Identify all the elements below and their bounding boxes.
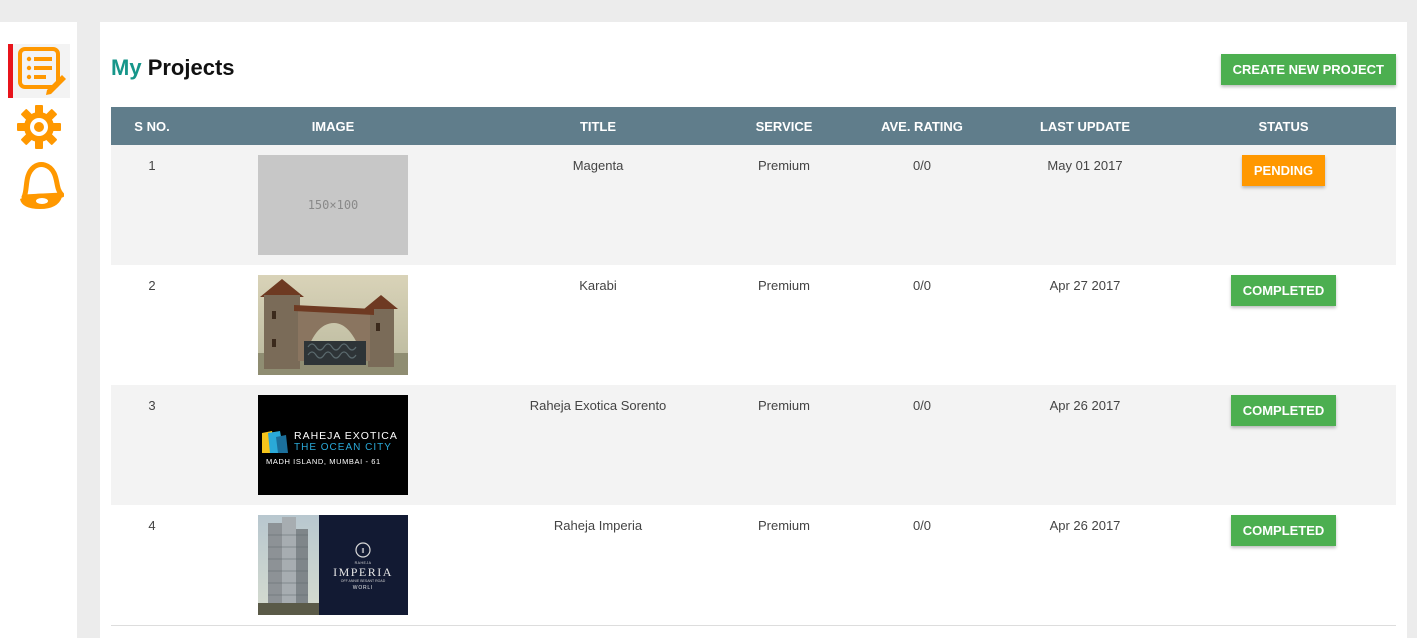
cell-title: Magenta — [572, 158, 624, 173]
cell-last-update: Apr 27 2017 — [1049, 278, 1121, 293]
cell-service: Premium — [757, 398, 810, 413]
column-header-status: STATUS — [1258, 118, 1309, 134]
create-new-project-button[interactable]: CREATE NEW PROJECT — [1220, 54, 1396, 85]
table-row[interactable]: 1 150×100 Magenta Premium 0/0 May 01 201… — [111, 145, 1396, 265]
placeholder-text: 150×100 — [307, 198, 359, 212]
table-header-row: S NO. IMAGE TITLE SERVICE AVE. RATING LA… — [111, 107, 1396, 145]
cell-service: Premium — [757, 158, 810, 173]
gear-icon — [17, 105, 61, 149]
cell-service: Premium — [757, 278, 810, 293]
column-header-sno: S NO. — [134, 118, 170, 134]
cell-service: Premium — [757, 518, 810, 533]
column-header-image: IMAGE — [311, 118, 355, 134]
cell-title: Karabi — [579, 278, 617, 293]
sidebar-item-settings[interactable] — [8, 100, 70, 154]
table-row[interactable]: 4 Ⅱ RAHEJA IMPERIA OFF ANNIE BESANT ROAD… — [111, 505, 1396, 625]
project-thumbnail[interactable] — [258, 275, 408, 375]
cell-rating: 0/0 — [912, 278, 932, 293]
project-thumbnail[interactable]: Ⅱ RAHEJA IMPERIA OFF ANNIE BESANT ROAD W… — [258, 515, 408, 615]
cell-last-update: Apr 26 2017 — [1049, 518, 1121, 533]
cell-title: Raheja Exotica Sorento — [529, 398, 667, 413]
logo-city: WORLI — [353, 585, 373, 591]
bell-icon — [20, 162, 64, 209]
sidebar-item-projects[interactable] — [8, 44, 70, 98]
projects-table: S NO. IMAGE TITLE SERVICE AVE. RATING LA… — [111, 107, 1396, 626]
logo-big: IMPERIA — [333, 565, 393, 579]
project-thumbnail[interactable]: RAHEJA EXOTICA THE OCEAN CITY MADH ISLAN… — [258, 395, 408, 495]
logo-line-3: MADH ISLAND, MUMBAI - 61 — [266, 457, 381, 466]
sidebar-item-notifications[interactable] — [8, 158, 70, 212]
logo-line-2: THE OCEAN CITY — [294, 442, 392, 453]
table-row[interactable]: 2 Karabi Premium 0/0 Apr 27 2017 COMPLET… — [111, 265, 1396, 385]
page-title-text: Projects — [147, 55, 235, 80]
cell-sno: 3 — [148, 398, 156, 413]
logo-line-1: RAHEJA EXOTICA — [294, 430, 398, 442]
cell-rating: 0/0 — [912, 518, 932, 533]
status-badge[interactable]: PENDING — [1241, 155, 1326, 186]
cell-sno: 1 — [148, 158, 156, 173]
column-header-title: TITLE — [579, 118, 617, 134]
column-header-service: SERVICE — [755, 118, 813, 134]
page-title: My Projects — [111, 55, 235, 81]
column-header-rating: AVE. RATING — [881, 118, 963, 134]
sidebar — [0, 22, 77, 638]
cell-sno: 2 — [148, 278, 156, 293]
cell-last-update: Apr 26 2017 — [1049, 398, 1121, 413]
main-panel: My Projects CREATE NEW PROJECT S NO. IMA… — [100, 22, 1407, 638]
page-title-accent: My — [111, 55, 142, 80]
status-badge[interactable]: COMPLETED — [1230, 395, 1337, 426]
status-badge[interactable]: COMPLETED — [1230, 275, 1337, 306]
cell-sno: 4 — [148, 518, 156, 533]
logo-sub: OFF ANNIE BESANT ROAD — [341, 579, 386, 583]
logo-monogram-icon: Ⅱ — [361, 547, 364, 555]
status-badge[interactable]: COMPLETED — [1230, 515, 1337, 546]
column-header-last-update: LAST UPDATE — [1039, 118, 1131, 134]
cell-last-update: May 01 2017 — [1047, 158, 1123, 173]
project-thumbnail[interactable]: 150×100 — [258, 155, 408, 255]
cell-rating: 0/0 — [912, 158, 932, 173]
list-edit-icon — [17, 47, 66, 95]
table-row[interactable]: 3 RAHEJA EXOTICA THE OCEAN CITY MADH ISL… — [111, 385, 1396, 505]
cell-title: Raheja Imperia — [553, 518, 643, 533]
cell-rating: 0/0 — [912, 398, 932, 413]
